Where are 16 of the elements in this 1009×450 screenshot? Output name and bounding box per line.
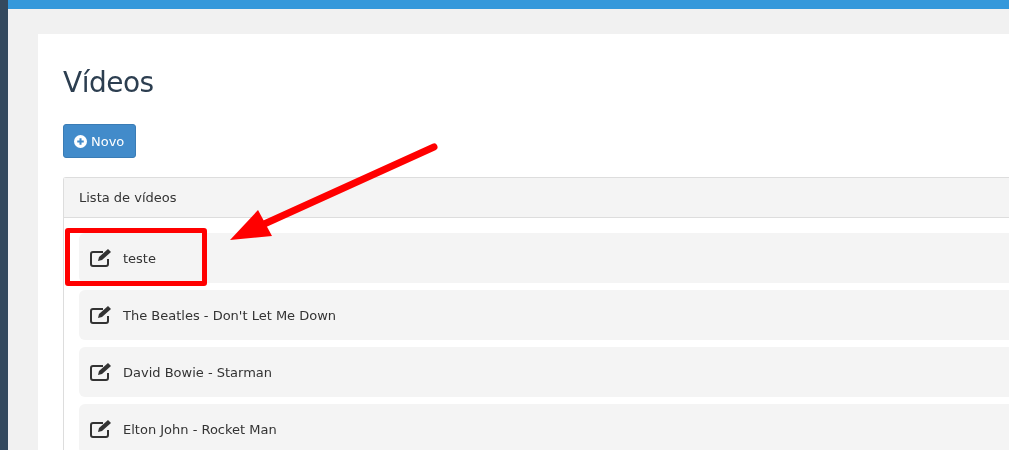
video-title: David Bowie - Starman: [123, 364, 273, 380]
edit-icon: [89, 248, 113, 268]
video-title: teste: [123, 250, 156, 266]
video-item[interactable]: Elton John - Rocket Man: [79, 404, 1009, 450]
video-item[interactable]: David Bowie - Starman: [79, 347, 1009, 397]
video-item[interactable]: teste: [79, 233, 1009, 283]
video-item[interactable]: The Beatles - Don't Let Me Down: [79, 290, 1009, 340]
page-title: Vídeos: [63, 65, 155, 101]
video-title: The Beatles - Don't Let Me Down: [123, 307, 337, 323]
edit-icon: [89, 362, 113, 382]
plus-circle-icon: [74, 134, 87, 148]
edit-icon: [89, 419, 113, 439]
video-title: Elton John - Rocket Man: [123, 421, 277, 437]
new-button[interactable]: Novo: [63, 124, 137, 158]
edit-icon: [89, 305, 113, 325]
panel-heading: Lista de vídeos: [79, 190, 177, 205]
